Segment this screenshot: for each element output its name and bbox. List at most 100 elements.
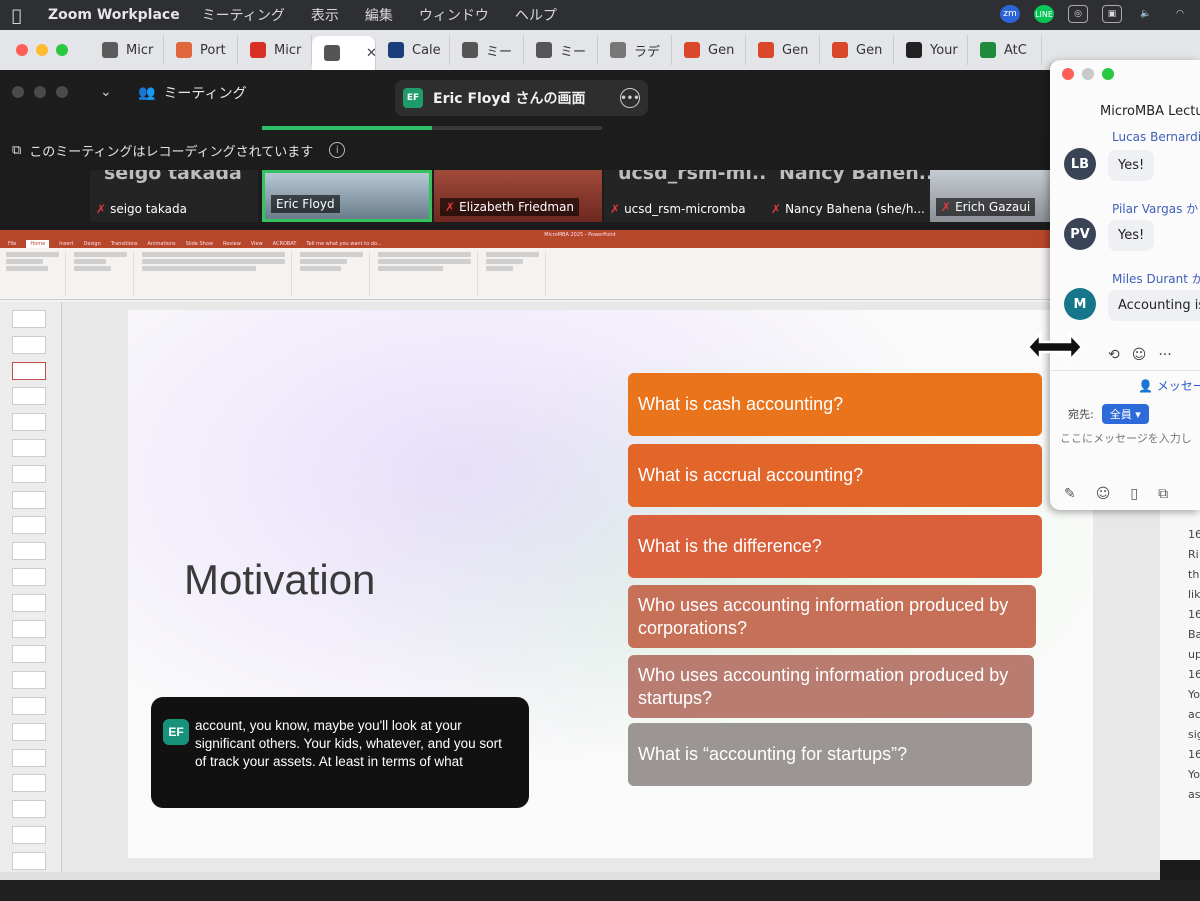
minimize-window-button[interactable] — [36, 44, 48, 56]
info-icon[interactable]: i — [329, 142, 346, 158]
chat-sender[interactable]: Pilar Vargas から — [1112, 200, 1200, 217]
slide-thumbnail[interactable] — [12, 826, 46, 844]
format-icon[interactable]: ✎ — [1064, 486, 1076, 502]
line-status-icon[interactable]: LINE — [1034, 5, 1054, 23]
menu-help[interactable]: ヘルプ — [515, 5, 557, 25]
slide-thumbnail[interactable] — [12, 748, 46, 767]
slide-thumbnail[interactable] — [12, 413, 46, 432]
chat-zoom-button[interactable] — [1102, 68, 1114, 80]
chat-input[interactable]: ここにメッセージを入力し — [1050, 426, 1200, 476]
slide-thumbnail[interactable] — [12, 671, 46, 690]
slide-thumbnail[interactable] — [12, 464, 46, 483]
zoom-status-icon[interactable]: zm — [1000, 5, 1020, 23]
apple-icon[interactable]:  — [12, 6, 34, 25]
slide-thumbnail[interactable] — [12, 439, 46, 457]
reply-icon[interactable]: ⟲ — [1108, 347, 1120, 363]
ppt-menu-tab[interactable]: Design — [83, 240, 100, 248]
slide-thumbnail[interactable] — [12, 774, 46, 793]
ppt-menu-tab[interactable]: ACROBAT — [273, 240, 297, 248]
slide-thumbnail[interactable] — [12, 310, 46, 328]
ppt-menu-tab[interactable]: View — [251, 240, 263, 248]
ribbon-group-slides — [74, 252, 134, 295]
browser-tab[interactable]: Micr — [90, 35, 164, 65]
browser-tab[interactable]: Your — [894, 35, 968, 65]
file-icon[interactable]: ▯ — [1130, 486, 1138, 502]
participant-tile[interactable]: ✗ Erich Gazaui — [930, 170, 1058, 222]
volume-icon[interactable]: 🔈 — [1136, 5, 1156, 23]
menu-view[interactable]: 表示 — [311, 5, 339, 25]
browser-tab[interactable]: Gen — [820, 35, 894, 65]
participant-tile[interactable]: ✗ Elizabeth Friedman — [434, 170, 602, 222]
participant-name-text: Nancy Bahena (she/h... — [785, 202, 925, 216]
browser-tab[interactable]: Gen — [746, 35, 820, 65]
screen-share-status-icon[interactable]: ◎ — [1068, 5, 1088, 23]
participant-tile[interactable]: Nancy Bahen... ✗ Nancy Bahena (she/h... — [765, 170, 933, 222]
screenshot-icon[interactable]: ⧉ — [1158, 486, 1168, 502]
browser-tab[interactable]: Gen — [672, 35, 746, 65]
chat-minimize-button[interactable] — [1082, 68, 1094, 80]
slide-thumbnail[interactable] — [12, 387, 46, 406]
menu-edit[interactable]: 編集 — [365, 5, 393, 25]
ppt-menu-tab[interactable]: File — [8, 240, 16, 248]
browser-tab[interactable]: Port — [164, 35, 238, 65]
ppt-menu-tab[interactable]: Slide Show — [186, 240, 213, 248]
slide-thumbnail[interactable] — [12, 722, 46, 741]
recipient-select[interactable]: 全員 ▾ — [1101, 404, 1149, 424]
wifi-icon[interactable]: ◠ — [1170, 5, 1190, 23]
ppt-menu-tab[interactable]: Review — [223, 240, 241, 248]
chat-sender[interactable]: Miles Durant から — [1112, 270, 1200, 287]
slide-thumbnail[interactable] — [12, 335, 46, 354]
browser-tab[interactable]: Cale — [376, 35, 450, 65]
emoji-icon[interactable]: ☺ — [1096, 486, 1111, 502]
participant-tile-active-speaker[interactable]: Eric Floyd — [262, 170, 432, 222]
close-tab-icon[interactable]: ✕ — [366, 46, 375, 61]
participant-tile[interactable]: seigo takada ✗ seigo takada — [90, 170, 258, 222]
zoom-minimize-button[interactable] — [34, 86, 46, 98]
document-status-icon[interactable]: ▣ — [1102, 5, 1122, 23]
screen-bezel — [0, 880, 1200, 901]
ppt-menu-tab[interactable]: Transitions — [111, 240, 138, 248]
slide-thumbnail[interactable] — [12, 516, 46, 535]
zoom-close-button[interactable] — [12, 86, 24, 98]
ppt-menu-tab[interactable]: Insert — [59, 240, 73, 248]
slide-thumbnail[interactable] — [12, 645, 46, 664]
chat-close-button[interactable] — [1062, 68, 1074, 80]
browser-tab[interactable]: ミー — [450, 35, 524, 65]
menu-window[interactable]: ウィンドウ — [419, 5, 489, 25]
browser-tab[interactable]: ✕ — [312, 36, 376, 70]
new-message-button[interactable]: 👤 メッセー — [1050, 370, 1200, 398]
ppt-menu-tab[interactable]: Tell me what you want to do... — [306, 240, 381, 248]
more-options-icon[interactable]: ••• — [620, 88, 640, 108]
zoom-window-button[interactable] — [56, 44, 68, 56]
browser-tab[interactable]: ミー — [524, 35, 598, 65]
ppt-menu-tab[interactable]: Animations — [148, 240, 176, 248]
browser-tab[interactable]: ラデ — [598, 35, 672, 65]
app-menu[interactable]: Zoom Workplace — [48, 7, 180, 23]
emoji-reaction-icon[interactable]: ☺ — [1132, 347, 1147, 363]
chat-sender[interactable]: Lucas Bernardin — [1112, 130, 1200, 144]
ppt-menu-tab[interactable]: Home — [26, 240, 50, 248]
participant-tile[interactable]: ucsd_rsm-mi... ✗ ucsd_rsm-micromba — [604, 170, 772, 222]
slide-thumbnail[interactable] — [12, 851, 46, 870]
slide-thumbnail[interactable] — [12, 542, 46, 561]
question-text: Who uses accounting information produced… — [638, 594, 1009, 638]
screen-share-indicator[interactable]: EF Eric Floyd さんの画面 ••• — [395, 80, 648, 116]
slide-thumbnail[interactable] — [12, 697, 46, 715]
slide-thumbnail[interactable] — [12, 619, 46, 638]
slide-thumbnail[interactable] — [12, 361, 46, 380]
slide-thumbnail[interactable] — [12, 593, 46, 612]
more-icon[interactable]: ··· — [1158, 347, 1171, 363]
uc-icon — [388, 42, 404, 58]
slide-thumbnail[interactable] — [12, 568, 46, 586]
slide-thumbnail[interactable] — [12, 490, 46, 509]
browser-tab[interactable]: AtC — [968, 35, 1042, 65]
chevron-down-icon[interactable]: ⌄ — [100, 84, 112, 100]
menubar-status-area: zm LINE ◎ ▣ 🔈 ◠ — [1000, 5, 1190, 23]
close-window-button[interactable] — [16, 44, 28, 56]
meeting-menu[interactable]: 👥 ミーティング — [138, 83, 247, 103]
zoom-fullscreen-button[interactable] — [56, 86, 68, 98]
avatar: PV — [1064, 218, 1096, 250]
menu-meeting[interactable]: ミーティング — [202, 5, 285, 25]
browser-tab[interactable]: Micr — [238, 35, 312, 65]
slide-thumbnail[interactable] — [12, 800, 46, 819]
